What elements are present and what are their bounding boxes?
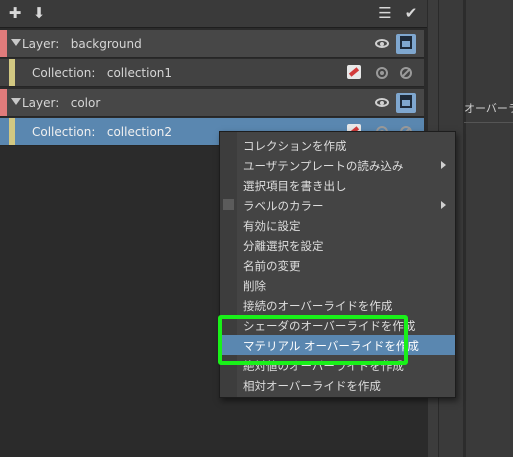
menu-item-label: 名前の変更: [243, 259, 301, 273]
menu-item-label: 相対オーバーライドを作成: [243, 379, 381, 393]
visibility-eye-icon[interactable]: [372, 93, 392, 113]
layer-label: Layer: background: [22, 37, 142, 51]
menu-item-label: ユーザテンプレートの読み込み: [243, 159, 404, 173]
menu-item-label-color[interactable]: ラベルのカラー: [220, 195, 455, 215]
isolate-select-icon[interactable]: [372, 63, 392, 83]
section-divider: [464, 122, 513, 123]
menu-item-label: 選択項目を書き出し: [243, 179, 347, 193]
visibility-eye-icon[interactable]: [372, 34, 392, 54]
collection-color-strip: [9, 59, 15, 86]
menu-item-set-isolate-select[interactable]: 分離選択を設定: [220, 235, 455, 255]
menu-item-create-relative-override[interactable]: 相対オーバーライドを作成: [220, 375, 455, 395]
override-tag-icon: [347, 65, 361, 79]
menu-item-create-connection-override[interactable]: 接続のオーバーライドを作成: [220, 295, 455, 315]
color-swatch-icon: [223, 199, 234, 210]
panel-splitter[interactable]: [463, 0, 466, 457]
menu-item-label: 分離選択を設定: [243, 239, 324, 253]
collection-color-strip: [9, 118, 15, 145]
expand-triangle-icon[interactable]: [11, 39, 21, 46]
layer-color-strip: [0, 89, 7, 116]
menu-item-export-selected[interactable]: 選択項目を書き出し: [220, 175, 455, 195]
menu-item-label: 絶対値のオーバーライドを作成: [243, 359, 404, 373]
layer-color-strip: [0, 30, 7, 57]
submenu-arrow-icon: [441, 161, 446, 169]
renderable-clapper-icon[interactable]: [396, 34, 416, 54]
menu-item-create-absolute-override[interactable]: 絶対値のオーバーライドを作成: [220, 355, 455, 375]
checklist-icon[interactable]: ✔: [401, 3, 421, 23]
menu-item-rename[interactable]: 名前の変更: [220, 255, 455, 275]
add-layer-icon[interactable]: ✚: [5, 3, 25, 23]
overrides-section-label: オーバーラ: [464, 102, 513, 115]
menu-item-label: 削除: [243, 279, 266, 293]
menu-item-label: マテリアル オーバーライドを作成: [243, 339, 419, 353]
disable-icon[interactable]: [396, 63, 416, 83]
menu-item-create-collection[interactable]: コレクションを作成: [220, 135, 455, 155]
renderable-clapper-icon[interactable]: [396, 93, 416, 113]
import-icon[interactable]: ⬇: [29, 3, 49, 23]
menu-item-set-enabled[interactable]: 有効に設定: [220, 215, 455, 235]
menu-item-delete[interactable]: 削除: [220, 275, 455, 295]
collection-label: Collection: collection2: [32, 125, 173, 139]
submenu-arrow-icon: [441, 201, 446, 209]
stack-icon[interactable]: ☰: [375, 3, 395, 23]
menu-item-label: 接続のオーバーライドを作成: [243, 299, 393, 313]
menu-item-label: 有効に設定: [243, 219, 301, 233]
expand-triangle-icon[interactable]: [11, 98, 21, 105]
collection-label: Collection: collection1: [32, 66, 173, 80]
menu-item-create-material-override[interactable]: マテリアル オーバーライドを作成: [220, 335, 455, 355]
menu-item-label: シェーダのオーバーライドを作成: [243, 319, 416, 333]
collection-row-collection1[interactable]: Collection: collection1: [0, 59, 424, 87]
toolbar: ✚ ⬇ ☰ ✔: [0, 0, 427, 28]
menu-item-label: ラベルのカラー: [243, 199, 324, 213]
layer-row-background[interactable]: Layer: background: [0, 30, 424, 58]
menu-item-label: コレクションを作成: [243, 139, 347, 153]
layer-row-color[interactable]: Layer: color: [0, 89, 424, 117]
layer-label: Layer: color: [22, 96, 101, 110]
context-menu: コレクションを作成 ユーザテンプレートの読み込み 選択項目を書き出し ラベルのカ…: [219, 131, 456, 398]
menu-item-load-user-template[interactable]: ユーザテンプレートの読み込み: [220, 155, 455, 175]
menu-item-create-shader-override[interactable]: シェーダのオーバーライドを作成: [220, 315, 455, 335]
